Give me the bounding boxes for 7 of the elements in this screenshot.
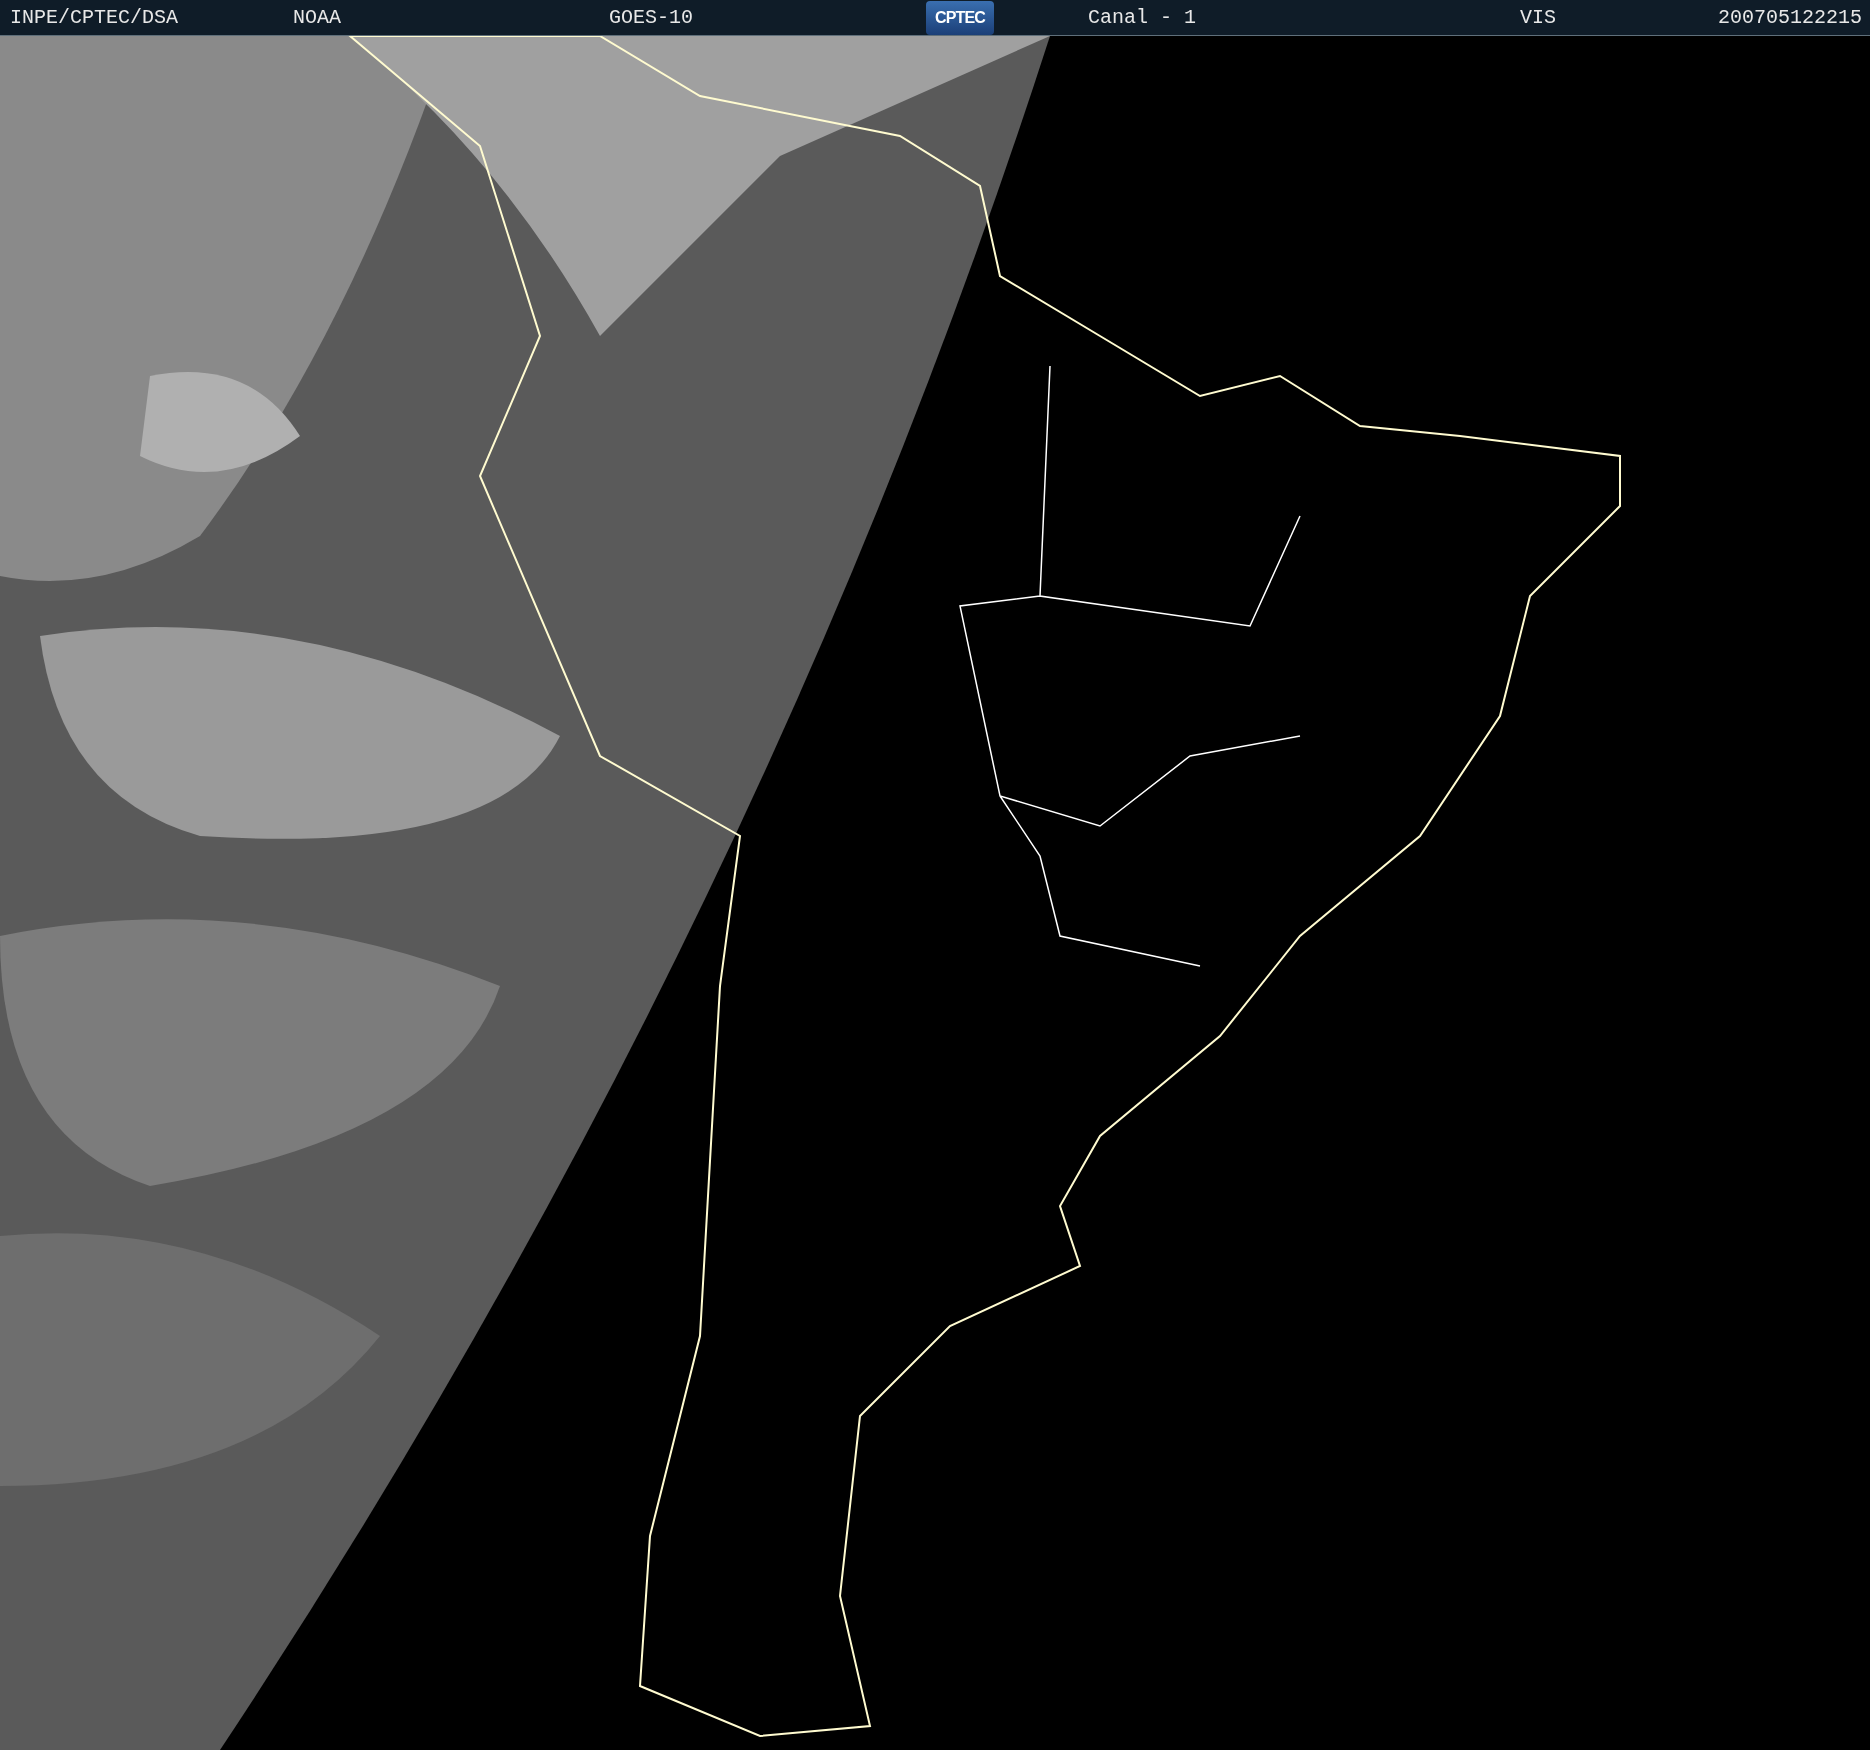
- logo-badge: CPTEC: [926, 0, 994, 35]
- header-label: GOES-10: [609, 5, 693, 29]
- header-label: NOAA: [293, 5, 341, 29]
- header-label: 200705122215: [1717, 5, 1862, 29]
- header-label: INPE/CPTEC/DSA: [10, 5, 179, 29]
- header-label: VIS: [1520, 5, 1556, 29]
- header-label: Canal - 1: [1088, 5, 1197, 29]
